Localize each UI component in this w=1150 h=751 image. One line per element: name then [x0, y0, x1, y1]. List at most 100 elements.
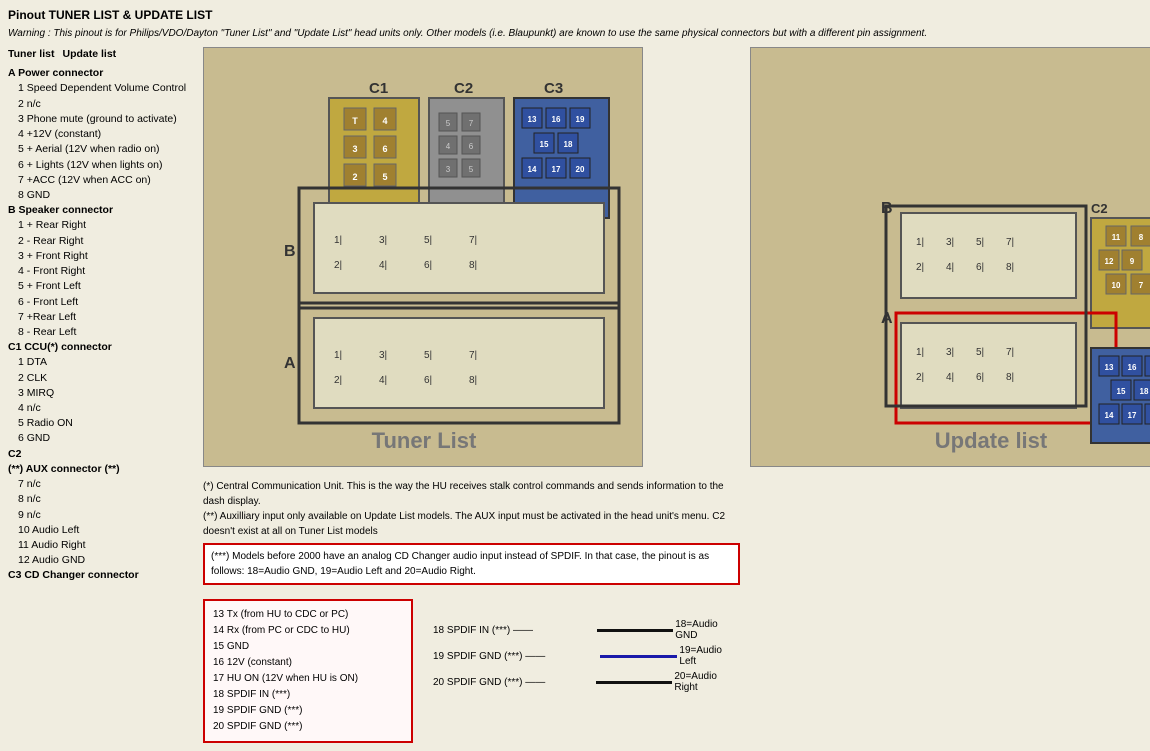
svg-text:7|: 7|	[1006, 237, 1014, 248]
svg-text:5: 5	[382, 172, 387, 182]
svg-text:2|: 2|	[916, 262, 924, 273]
c3-top-label: C3	[544, 80, 563, 97]
svg-text:20: 20	[576, 165, 585, 174]
list-item: 8 n/c	[18, 492, 193, 507]
list-item: 7 +ACC (12V when ACC on)	[18, 173, 193, 188]
notes-area: (*) Central Communication Unit. This is …	[203, 479, 740, 585]
svg-text:5: 5	[469, 165, 474, 174]
svg-text:8|: 8|	[469, 260, 477, 271]
svg-text:6|: 6|	[424, 375, 432, 386]
svg-text:4|: 4|	[946, 372, 954, 383]
audio-line-19-right: 19=Audio Left	[679, 645, 739, 667]
svg-text:6|: 6|	[976, 372, 984, 383]
bottom-section: 13 Tx (from HU to CDC or PC) 14 Rx (from…	[203, 599, 740, 743]
audio-line-18-bar	[597, 629, 673, 632]
svg-text:15: 15	[540, 140, 549, 149]
svg-text:3|: 3|	[379, 235, 387, 246]
aux-connector-label: (**) AUX connector (**)	[8, 462, 193, 477]
svg-text:16: 16	[552, 115, 561, 124]
cdc-connector-label: C3 CD Changer connector	[8, 568, 193, 583]
svg-text:5|: 5|	[976, 237, 984, 248]
svg-text:3: 3	[352, 144, 357, 154]
c1-top-label: C1	[369, 80, 388, 97]
svg-text:8|: 8|	[1006, 372, 1014, 383]
svg-text:19: 19	[576, 115, 585, 124]
tuner-list-header: Tuner list	[8, 47, 54, 62]
right-panel: C2 11 8 12 9 10 7 5 2	[750, 47, 1150, 743]
svg-text:4|: 4|	[946, 262, 954, 273]
svg-text:5|: 5|	[424, 350, 432, 361]
svg-text:14: 14	[528, 165, 537, 174]
list-item: 6 GND	[18, 431, 193, 446]
list-item: 6 - Front Left	[18, 295, 193, 310]
note-3-highlighted: (***) Models before 2000 have an analog …	[203, 543, 740, 585]
list-item: 5 Radio ON	[18, 416, 193, 431]
list-item: 10 Audio Left	[18, 523, 193, 538]
list-item: 4 n/c	[18, 401, 193, 416]
cdc-pin-15: 15 GND	[213, 639, 403, 655]
audio-lines: 18 SPDIF IN (***) —— 18=Audio GND 19 SPD…	[433, 599, 740, 743]
svg-text:5|: 5|	[976, 347, 984, 358]
cdc-pin-14: 14 Rx (from PC or CDC to HU)	[213, 623, 403, 639]
list-item: 1 + Rear Right	[18, 218, 193, 233]
svg-text:Tuner List: Tuner List	[372, 428, 477, 453]
list-item: 3 + Front Right	[18, 249, 193, 264]
update-list-header: Update list	[62, 47, 116, 62]
svg-text:1|: 1|	[916, 237, 924, 248]
list-item: 8 GND	[18, 188, 193, 203]
list-item: 2 n/c	[18, 97, 193, 112]
svg-text:9: 9	[1129, 257, 1134, 266]
list-item: 4 +12V (constant)	[18, 127, 193, 142]
audio-line-19-bar	[600, 655, 678, 658]
list-item: 1 Speed Dependent Volume Control	[18, 81, 193, 96]
svg-text:A: A	[284, 355, 296, 372]
list-item: 3 MIRQ	[18, 386, 193, 401]
svg-text:18: 18	[1139, 387, 1148, 396]
svg-text:3|: 3|	[946, 237, 954, 248]
cdc-pin-16: 16 12V (constant)	[213, 655, 403, 671]
cdc-pin-17: 17 HU ON (12V when HU is ON)	[213, 671, 403, 687]
svg-text:8|: 8|	[469, 375, 477, 386]
audio-line-18-right: 18=Audio GND	[675, 619, 739, 641]
svg-text:8|: 8|	[1006, 262, 1014, 273]
svg-text:1|: 1|	[334, 235, 342, 246]
svg-text:7|: 7|	[469, 350, 477, 361]
cdc-pin-18: 18 SPDIF IN (***)	[213, 687, 403, 703]
svg-text:13: 13	[1104, 363, 1113, 372]
audio-line-18: 18 SPDIF IN (***) —— 18=Audio GND	[433, 619, 740, 641]
update-diagram-svg: C2 11 8 12 9 10 7 5 2	[751, 48, 1150, 467]
list-item: 7 +Rear Left	[18, 310, 193, 325]
svg-text:7: 7	[469, 119, 474, 128]
svg-text:7|: 7|	[1006, 347, 1014, 358]
audio-line-20-bar	[596, 681, 672, 684]
svg-text:5|: 5|	[424, 235, 432, 246]
svg-text:2|: 2|	[334, 375, 342, 386]
cdc-pinout-box: 13 Tx (from HU to CDC or PC) 14 Rx (from…	[203, 599, 413, 743]
svg-text:16: 16	[1127, 363, 1136, 372]
power-connector-label: A Power connector	[8, 66, 193, 81]
ccu-connector-label: C1 CCU(*) connector	[8, 340, 193, 355]
c2-top-label: C2	[454, 80, 473, 97]
audio-line-19: 19 SPDIF GND (***) —— 19=Audio Left	[433, 645, 740, 667]
svg-text:6|: 6|	[976, 262, 984, 273]
list-item: 11 Audio Right	[18, 538, 193, 553]
svg-text:15: 15	[1116, 387, 1125, 396]
svg-text:10: 10	[1111, 281, 1120, 290]
svg-text:6: 6	[469, 142, 474, 151]
audio-line-19-left: 19 SPDIF GND (***) ——	[433, 651, 598, 662]
svg-text:13: 13	[528, 115, 537, 124]
audio-line-18-left: 18 SPDIF IN (***) ——	[433, 625, 595, 636]
svg-text:1|: 1|	[916, 347, 924, 358]
tuner-diagram-svg: C1 C2 C3 T 4 3 6 2 5	[204, 48, 643, 467]
list-item: 12 Audio GND	[18, 553, 193, 568]
svg-text:11: 11	[1111, 233, 1120, 242]
svg-text:2: 2	[352, 172, 357, 182]
list-item: 8 - Rear Left	[18, 325, 193, 340]
svg-text:3|: 3|	[379, 350, 387, 361]
svg-text:2|: 2|	[334, 260, 342, 271]
list-item: 9 n/c	[18, 508, 193, 523]
left-panel: Tuner list Update list A Power connector…	[8, 47, 193, 743]
svg-text:B: B	[284, 243, 296, 260]
list-item: 1 DTA	[18, 355, 193, 370]
list-item: 4 - Front Right	[18, 264, 193, 279]
